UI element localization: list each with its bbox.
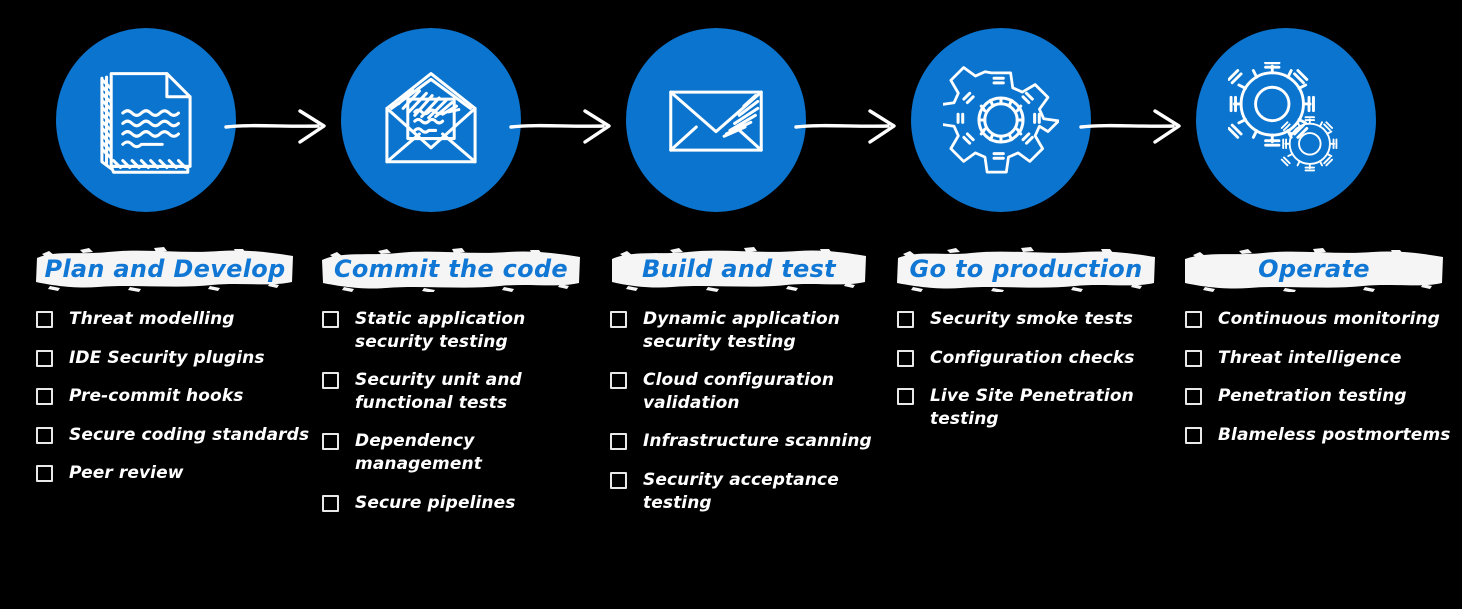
pipeline-stage-3[interactable] (626, 28, 806, 212)
check-item[interactable]: Security acceptance testing (610, 469, 884, 514)
checkbox-icon[interactable] (897, 349, 914, 367)
check-item-label: Live Site Penetration testing (930, 386, 1134, 429)
pipeline-arrow-1 (222, 104, 342, 148)
checkbox-icon[interactable] (610, 472, 627, 490)
banner-build-and-test: Build and test (608, 246, 870, 292)
check-item[interactable]: Pre-commit hooks (36, 385, 310, 408)
check-item[interactable]: Cloud configuration validation (610, 369, 884, 414)
check-item-label: IDE Security plugins (69, 347, 265, 368)
checkbox-icon[interactable] (322, 372, 339, 390)
checkbox-icon[interactable] (322, 311, 339, 328)
banner-label: Commit the code (333, 255, 569, 283)
check-item[interactable]: Static application security testing (322, 308, 596, 353)
checkbox-icon[interactable] (36, 426, 53, 444)
check-item-label: Penetration testing (1218, 386, 1407, 407)
pipeline-stage-2[interactable] (341, 28, 521, 212)
banner-label: Operate (1258, 255, 1370, 283)
column-go-to-production: Go to production Security smoke tests Co… (895, 246, 1171, 446)
double-gear-icon (1228, 62, 1344, 178)
check-item-label: Cloud configuration validation (643, 370, 835, 413)
check-item-label: Static application security testing (355, 309, 526, 352)
banner-label: Go to production (909, 255, 1143, 283)
checklist: Dynamic application security testing Clo… (608, 308, 884, 514)
check-item-label: Infrastructure scanning (643, 431, 872, 452)
checkbox-icon[interactable] (322, 433, 339, 451)
check-item-label: Security acceptance testing (643, 470, 839, 513)
check-item-label: Peer review (69, 463, 184, 484)
check-item[interactable]: Peer review (36, 462, 310, 485)
check-item[interactable]: Threat modelling (36, 308, 310, 331)
banner-operate: Operate (1183, 246, 1445, 292)
pipeline-stage-1[interactable] (56, 28, 236, 212)
pipeline-stage-5[interactable] (1196, 28, 1376, 212)
closed-envelope-icon (658, 62, 774, 178)
checklist: Security smoke tests Configuration check… (895, 308, 1171, 430)
checkbox-icon[interactable] (1185, 388, 1202, 406)
checkbox-icon[interactable] (1185, 349, 1202, 367)
check-item-label: Continuous monitoring (1218, 309, 1440, 329)
check-item-label: Threat modelling (69, 309, 235, 329)
check-item[interactable]: Live Site Penetration testing (897, 385, 1171, 430)
column-build-and-test: Build and test Dynamic application secur… (608, 246, 884, 530)
checklist: Threat modelling IDE Security plugins Pr… (34, 308, 310, 485)
pipeline-arrow-4 (1077, 104, 1197, 148)
column-commit-the-code: Commit the code Static application secur… (320, 246, 596, 530)
open-envelope-icon (373, 62, 489, 178)
checkbox-icon[interactable] (610, 311, 627, 328)
column-plan-and-develop: Plan and Develop Threat modelling IDE Se… (34, 246, 310, 501)
stage-columns: Plan and Develop Threat modelling IDE Se… (0, 246, 1462, 609)
check-item-label: Secure pipelines (355, 492, 516, 513)
check-item[interactable]: Threat intelligence (1185, 347, 1459, 370)
checkbox-icon[interactable] (1185, 426, 1202, 444)
checkbox-icon[interactable] (36, 349, 53, 367)
check-item[interactable]: Continuous monitoring (1185, 308, 1459, 331)
pipeline-stage-4[interactable] (911, 28, 1091, 212)
checkbox-icon[interactable] (322, 494, 339, 512)
checkbox-icon[interactable] (610, 433, 627, 451)
check-item[interactable]: Infrastructure scanning (610, 430, 884, 453)
check-item-label: Threat intelligence (1218, 347, 1402, 368)
check-item[interactable]: Configuration checks (897, 347, 1171, 370)
check-item-label: Dependency management (355, 431, 482, 475)
check-item-label: Configuration checks (930, 347, 1135, 368)
checkbox-icon[interactable] (610, 372, 627, 390)
banner-go-to-production: Go to production (895, 246, 1157, 292)
banner-commit-the-code: Commit the code (320, 246, 582, 292)
check-item-label: Pre-commit hooks (69, 386, 244, 407)
checkbox-icon[interactable] (36, 311, 53, 328)
checkbox-icon[interactable] (1185, 311, 1202, 328)
checkbox-icon[interactable] (897, 311, 914, 328)
banner-label: Build and test (642, 255, 836, 283)
pipeline-arrow-3 (792, 104, 912, 148)
document-icon (88, 62, 204, 178)
checkbox-icon[interactable] (36, 388, 53, 406)
check-item[interactable]: Blameless postmortems (1185, 424, 1459, 447)
column-operate: Operate Continuous monitoring Threat int… (1183, 246, 1459, 462)
check-item[interactable]: IDE Security plugins (36, 347, 310, 370)
check-item[interactable]: Security smoke tests (897, 308, 1171, 331)
check-item[interactable]: Dynamic application security testing (610, 308, 884, 353)
banner-label: Plan and Develop (44, 255, 286, 283)
check-item[interactable]: Dependency management (322, 430, 596, 475)
check-item-label: Secure coding standards (69, 424, 310, 445)
check-item-label: Security smoke tests (930, 309, 1133, 329)
checklist: Continuous monitoring Threat intelligenc… (1183, 308, 1459, 446)
pipeline-row (0, 0, 1462, 240)
checkbox-icon[interactable] (897, 388, 914, 406)
gear-icon (943, 62, 1059, 178)
check-item[interactable]: Secure coding standards (36, 424, 310, 447)
pipeline-arrow-2 (507, 104, 627, 148)
check-item[interactable]: Security unit and functional tests (322, 369, 596, 414)
checklist: Static application security testing Secu… (320, 308, 596, 514)
check-item-label: Blameless postmortems (1218, 424, 1451, 445)
checkbox-icon[interactable] (36, 465, 53, 483)
check-item-label: Dynamic application security testing (643, 309, 840, 352)
check-item[interactable]: Penetration testing (1185, 385, 1459, 408)
banner-plan-and-develop: Plan and Develop (34, 246, 296, 292)
check-item-label: Security unit and functional tests (355, 370, 522, 413)
check-item[interactable]: Secure pipelines (322, 492, 596, 515)
